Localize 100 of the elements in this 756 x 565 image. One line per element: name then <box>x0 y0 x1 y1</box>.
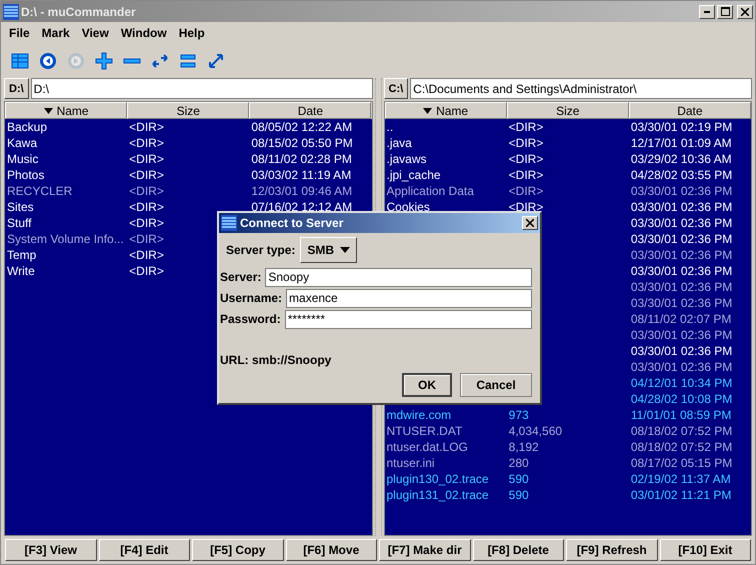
file-size: <DIR> <box>128 168 164 182</box>
file-name[interactable]: Photos <box>5 168 44 182</box>
file-date: 12/17/01 01:09 AM <box>630 136 732 150</box>
file-name[interactable]: Temp <box>5 248 36 262</box>
column-header[interactable]: Size <box>506 102 629 119</box>
file-name[interactable]: .javaws <box>384 152 427 166</box>
file-date: 11/01/01 08:59 PM <box>630 408 732 422</box>
column-header[interactable]: Date <box>628 102 751 119</box>
close-icon <box>741 8 749 16</box>
function-key-button[interactable]: [F9] Refresh <box>566 539 658 561</box>
file-size: 590 <box>508 488 529 502</box>
file-name[interactable]: Cookies <box>384 200 430 214</box>
column-header[interactable]: Size <box>127 102 250 119</box>
column-header[interactable]: Name <box>5 102 128 119</box>
url-text: URL: smb://Snoopy <box>220 353 332 367</box>
server-type-label: Server type: <box>226 243 296 257</box>
file-date: 03/30/01 02:19 PM <box>630 120 732 134</box>
file-date: 03/30/01 02:36 PM <box>630 280 732 294</box>
file-name[interactable]: .jpi_cache <box>384 168 441 182</box>
file-size: 8,192 <box>508 440 539 454</box>
file-size: 973 <box>508 408 529 422</box>
close-icon <box>526 219 534 227</box>
file-name[interactable]: Write <box>5 264 35 278</box>
file-name[interactable]: .. <box>384 120 394 134</box>
file-name[interactable]: ntuser.ini <box>384 456 435 470</box>
file-date: 03/30/01 02:36 PM <box>630 360 732 374</box>
file-name[interactable]: .java <box>384 136 412 150</box>
function-key-button[interactable]: [F3] View <box>5 539 96 561</box>
function-key-button[interactable]: [F8] Delete <box>472 539 564 561</box>
file-date: 03/30/01 02:36 PM <box>630 232 732 246</box>
file-size: 280 <box>508 456 529 470</box>
plus-button[interactable] <box>93 50 115 72</box>
caret-icon <box>423 108 432 114</box>
drive-button[interactable]: D:\ <box>4 78 29 99</box>
file-date: 02/19/02 11:37 AM <box>630 472 731 486</box>
file-size: 590 <box>508 472 529 486</box>
file-name[interactable]: Sites <box>5 200 34 214</box>
app-logo-icon <box>221 215 237 231</box>
file-size: <DIR> <box>128 232 164 246</box>
file-date: 03/30/01 02:36 PM <box>630 296 732 310</box>
file-name[interactable]: Backup <box>5 120 48 134</box>
function-key-button[interactable]: [F7] Make dir <box>379 539 470 561</box>
minus-icon <box>123 58 141 64</box>
maximize-button[interactable] <box>717 4 733 18</box>
file-date: 04/12/01 10:34 PM <box>630 376 732 390</box>
column-header[interactable]: Date <box>249 102 372 119</box>
file-name[interactable]: Stuff <box>5 216 32 230</box>
app-logo-icon <box>3 4 19 20</box>
minimize-button[interactable] <box>699 4 715 18</box>
path-field[interactable]: C:\Documents and Settings\Administrator\ <box>410 78 752 99</box>
function-key-button[interactable]: [F4] Edit <box>98 539 190 561</box>
file-name[interactable]: ntuser.dat.LOG <box>384 440 468 454</box>
caret-icon <box>44 108 53 114</box>
input-field[interactable]: maxence <box>286 288 532 308</box>
field-label: Username: <box>220 291 282 305</box>
file-name[interactable]: Kawa <box>5 136 38 150</box>
function-key-button[interactable]: [F6] Move <box>286 539 377 561</box>
close-button[interactable] <box>522 216 538 230</box>
back-icon <box>37 50 59 72</box>
file-date: 08/18/02 07:52 PM <box>630 440 732 454</box>
file-size: 4,034,560 <box>508 424 562 438</box>
file-name[interactable]: System Volume Info... <box>5 232 124 246</box>
back-button[interactable] <box>37 50 59 72</box>
file-name[interactable]: NTUSER.DAT <box>384 424 462 438</box>
file-date: 03/29/02 10:36 AM <box>630 152 732 166</box>
menu-item[interactable]: View <box>76 26 115 40</box>
dialog-button[interactable]: OK <box>402 373 452 397</box>
file-name[interactable]: Application Data <box>384 184 474 198</box>
file-name[interactable]: plugin131_02.trace <box>384 488 489 502</box>
file-date: 08/11/02 02:07 PM <box>630 312 732 326</box>
input-field[interactable]: ******** <box>284 310 532 328</box>
dialog-button[interactable]: Cancel <box>460 373 532 397</box>
window-title: D:\ - muCommander <box>21 4 137 18</box>
file-date: 03/30/01 02:36 PM <box>630 248 732 262</box>
function-key-button[interactable]: [F10] Exit <box>660 539 751 561</box>
server-type-dropdown[interactable]: SMB <box>300 237 358 263</box>
file-name[interactable]: plugin130_02.trace <box>384 472 489 486</box>
file-name[interactable]: mdwire.com <box>384 408 452 422</box>
file-name[interactable]: Music <box>5 152 38 166</box>
close-button[interactable] <box>737 4 753 18</box>
menu-item[interactable]: Help <box>172 26 211 40</box>
input-field[interactable]: Snoopy <box>265 268 532 286</box>
file-date: 04/28/02 03:55 PM <box>630 168 732 182</box>
function-key-button[interactable]: [F5] Copy <box>192 539 284 561</box>
file-date: 04/28/02 10:08 PM <box>630 392 732 406</box>
column-header[interactable]: Name <box>384 102 507 119</box>
path-field[interactable]: D:\ <box>30 78 372 99</box>
file-date: 08/15/02 05:50 PM <box>250 136 353 150</box>
file-date: 03/30/01 02:36 PM <box>630 264 732 278</box>
file-date: 12/03/01 09:46 AM <box>250 184 352 198</box>
file-date: 03/01/02 11:21 PM <box>630 488 732 502</box>
file-date: 08/05/02 12:22 AM <box>250 120 352 134</box>
menu-item[interactable]: Mark <box>36 26 76 40</box>
file-size: <DIR> <box>508 168 544 182</box>
drive-button[interactable]: C:\ <box>384 78 408 99</box>
file-name[interactable]: RECYCLER <box>5 184 72 198</box>
menu-item[interactable]: Window <box>114 26 173 40</box>
file-size: <DIR> <box>128 136 164 150</box>
menu-item[interactable]: File <box>3 26 36 40</box>
file-size: <DIR> <box>128 216 164 230</box>
